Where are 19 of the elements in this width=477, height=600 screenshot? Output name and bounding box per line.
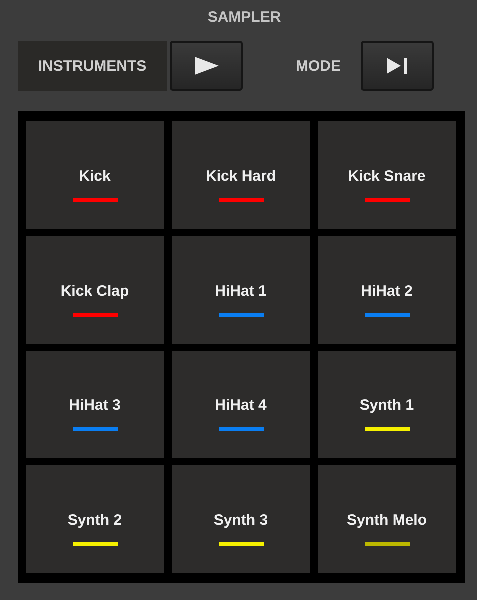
sample-pad[interactable]: Kick bbox=[26, 121, 164, 229]
sample-pad[interactable]: HiHat 1 bbox=[172, 236, 310, 344]
sample-pad[interactable]: HiHat 2 bbox=[318, 236, 456, 344]
sample-pad[interactable]: HiHat 4 bbox=[172, 350, 310, 458]
sampler-title: SAMPLER bbox=[208, 8, 282, 28]
play-icon bbox=[194, 57, 218, 75]
sample-pad[interactable]: HiHat 3 bbox=[26, 350, 164, 458]
sample-pad[interactable]: Synth Melo bbox=[318, 465, 456, 573]
sample-pad[interactable]: Synth 2 bbox=[26, 465, 164, 573]
sample-pad[interactable]: Synth 3 bbox=[172, 465, 310, 573]
sample-pad[interactable]: Kick Hard bbox=[172, 121, 310, 229]
sample-pad[interactable]: Kick Clap bbox=[26, 236, 164, 344]
instruments-label: INSTRUMENTS bbox=[18, 41, 167, 91]
skip-next-icon bbox=[387, 58, 408, 74]
play-button[interactable] bbox=[170, 41, 243, 91]
mode-label: MODE bbox=[296, 58, 341, 74]
skip-next-button[interactable] bbox=[361, 41, 434, 91]
sample-pad[interactable]: Kick Snare bbox=[318, 121, 456, 229]
sample-pad[interactable]: Synth 1 bbox=[318, 350, 456, 458]
